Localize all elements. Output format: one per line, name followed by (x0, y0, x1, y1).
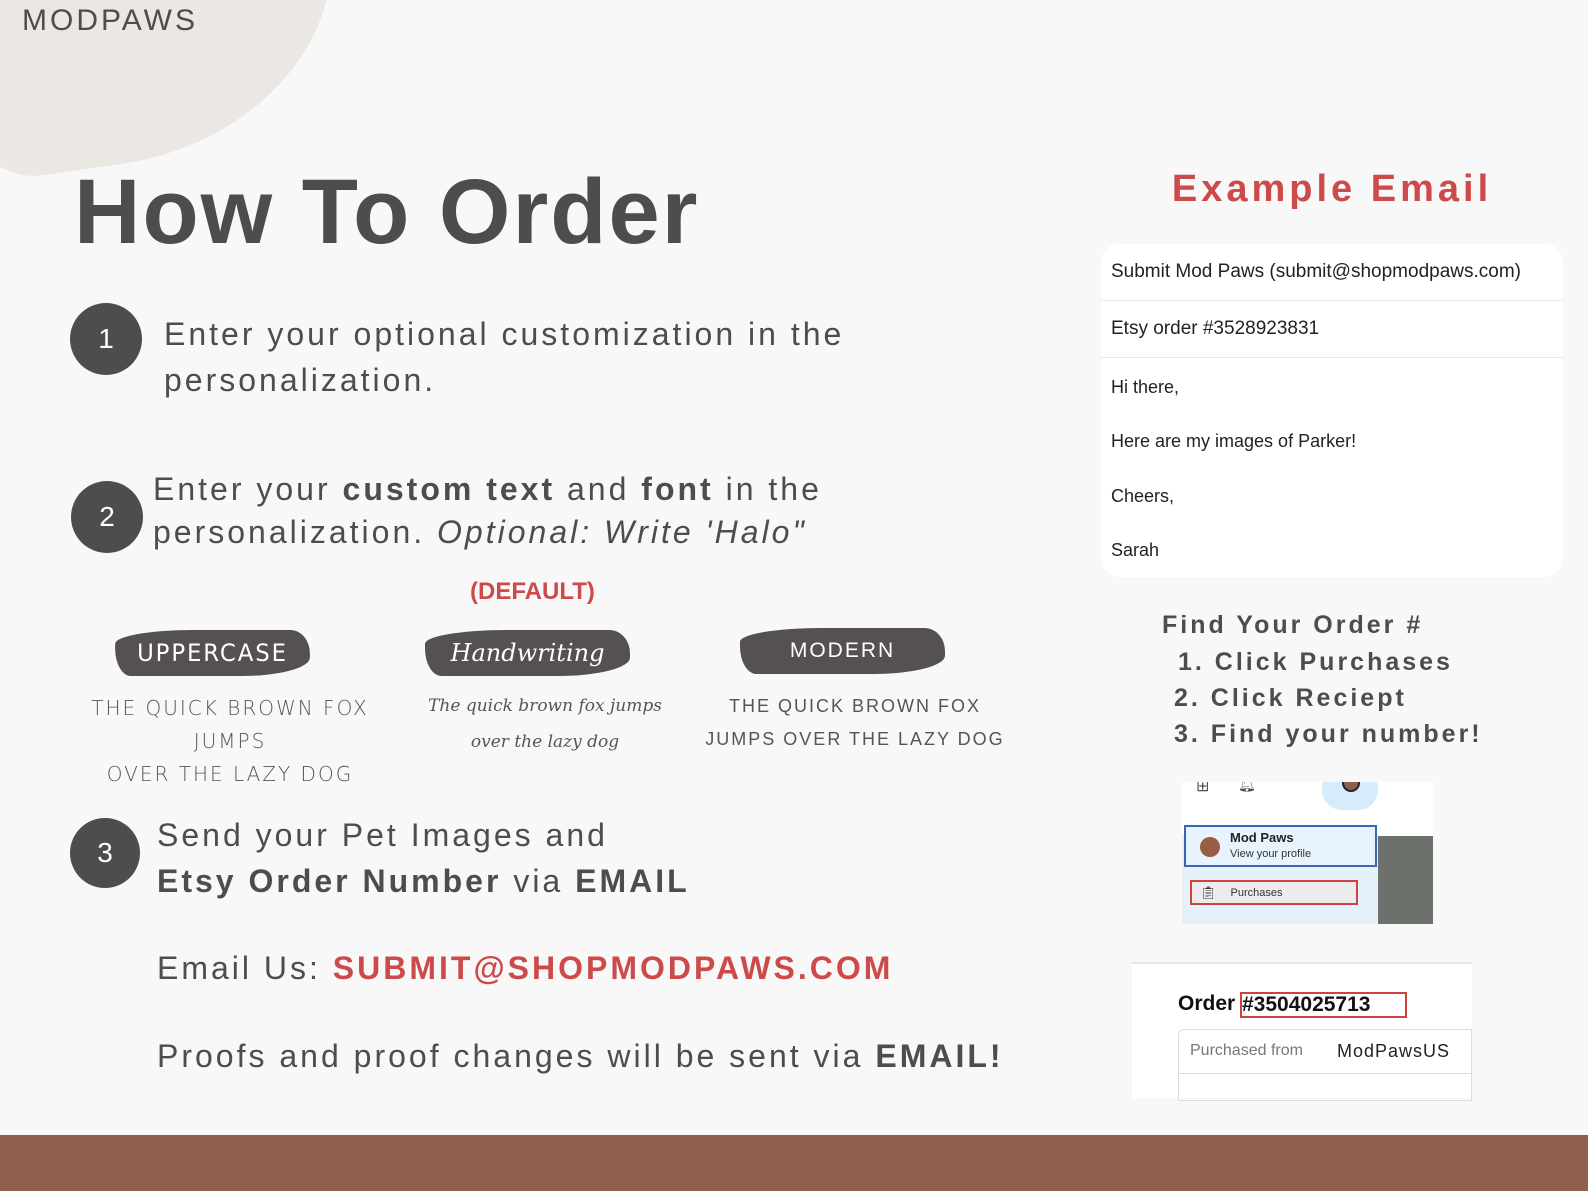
step-1-line1: Enter your optional customization in the (164, 316, 845, 352)
step-1-line2: personalization. (164, 362, 437, 398)
t: Enter your (153, 471, 343, 507)
email-link[interactable]: SUBMIT@SHOPMODPAWS.COM (333, 950, 894, 986)
t: The quick brown fox jumps (428, 696, 662, 716)
bell-icon: 🔔︎ (1238, 782, 1256, 792)
t: THE QUICK BROWN FOX JUMPS (91, 696, 369, 753)
font-handwriting-label: Handwriting (425, 630, 630, 676)
font-handwriting-sample: The quick brown fox jumps over the lazy d… (400, 688, 690, 760)
email-label: Email Us: (157, 950, 333, 986)
t: 1. Click Purchases (1178, 648, 1453, 676)
t: custom text (342, 471, 556, 507)
email-to: Submit Mod Paws (submit@shopmodpaws.com) (1101, 244, 1563, 301)
font-handwriting: Handwriting (425, 630, 630, 676)
profile-name: Mod Paws (1230, 830, 1294, 845)
clipboard-icon: 📋︎ (1200, 884, 1217, 900)
order-details: Purchased from ModPawsUS (1178, 1029, 1473, 1101)
example-email-title: Example Email (1171, 168, 1493, 210)
email-signature: Sarah (1111, 540, 1160, 560)
email-subject: Etsy order #3528923831 (1101, 301, 1563, 358)
t: THE QUICK BROWN FOX (728, 696, 981, 716)
background-image (1378, 836, 1433, 924)
t: Purchases (1230, 886, 1283, 899)
proofs-note: Proofs and proof changes will be sent vi… (157, 1033, 1004, 1079)
font-modern-label: MODERN (740, 628, 945, 674)
email-us: Email Us: SUBMIT@SHOPMODPAWS.COM (157, 945, 893, 991)
step-2-number: 2 (71, 481, 143, 553)
t: OVER THE LAZY DOG (106, 762, 354, 786)
gift-icon: ⊞ (1196, 782, 1210, 795)
step-1-number: 1 (70, 303, 142, 375)
order-screenshot: Order #3504025713 Purchased from ModPaws… (1132, 962, 1473, 1101)
find-order-title: Find Your Order # (1162, 611, 1424, 639)
order-number: #3504025713 (1240, 992, 1407, 1018)
footer-bar (0, 1135, 1588, 1191)
t: in the (713, 471, 822, 507)
divider (1179, 1073, 1473, 1074)
t: and (555, 471, 642, 507)
t: 3. Find your number! (1174, 720, 1483, 748)
purchases-menu-item[interactable]: 📋︎ Purchases (1190, 880, 1358, 905)
step-1-text: Enter your optional customization in the… (164, 311, 844, 403)
step-3-number: 3 (70, 818, 140, 888)
profile-avatar (1200, 837, 1220, 857)
optional-note: Optional: Write 'Halo" (437, 514, 807, 550)
email-body: Here are my images of Parker! (1111, 431, 1357, 451)
t: 2. Click Reciept (1174, 684, 1407, 712)
font-uppercase-sample: THE QUICK BROWN FOX JUMPS OVER THE LAZY D… (70, 692, 390, 791)
profile-link[interactable]: Mod Paws View your profile (1184, 825, 1377, 867)
font-uppercase: UPPERCASE (110, 630, 315, 676)
t: Proofs and proof changes will be sent vi… (157, 1038, 876, 1074)
font-modern-sample: THE QUICK BROWN FOX JUMPS OVER THE LAZY D… (700, 690, 1010, 756)
example-email-card: Submit Mod Paws (submit@shopmodpaws.com)… (1101, 244, 1563, 577)
font-modern: MODERN (740, 628, 945, 674)
page-title: How To Order (74, 161, 700, 263)
email-greeting: Hi there, (1111, 377, 1180, 397)
purchases-screenshot: ⊞ 🔔︎ Mod Paws View your profile 📋︎ Purcha… (1182, 782, 1433, 924)
t: EMAIL (575, 863, 690, 899)
t: Etsy Order Number (157, 863, 502, 899)
default-label: (DEFAULT) (470, 578, 595, 605)
t: font (641, 471, 714, 507)
profile-sub: View your profile (1230, 848, 1312, 860)
find-order-steps: 1. Click Purchases 2. Click Reciept 3. F… (1174, 644, 1483, 752)
shop-name: ModPawsUS (1337, 1041, 1451, 1061)
order-label: Order (1178, 992, 1236, 1015)
t: over the lazy dog (470, 732, 620, 752)
t: EMAIL! (875, 1038, 1004, 1074)
step-3-text: Send your Pet Images and Etsy Order Numb… (157, 812, 690, 904)
t: via (501, 863, 576, 899)
email-closing: Cheers, (1111, 486, 1175, 506)
font-uppercase-label: UPPERCASE (115, 630, 310, 676)
t: personalization. (153, 514, 438, 550)
t: Purchased from (1190, 1042, 1303, 1059)
step-2-text: Enter your custom text and font in the p… (153, 468, 822, 554)
t: JUMPS OVER THE LAZY DOG (705, 729, 1005, 749)
brand-logo: MODPAWS (22, 4, 198, 37)
t: Send your Pet Images and (157, 817, 608, 853)
